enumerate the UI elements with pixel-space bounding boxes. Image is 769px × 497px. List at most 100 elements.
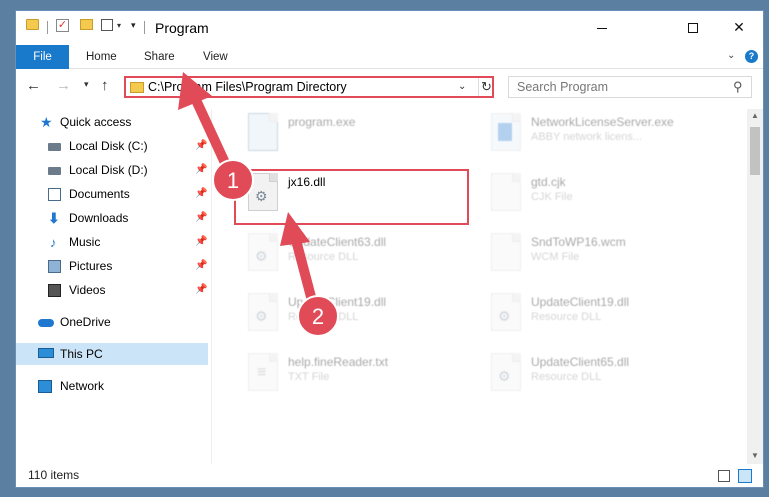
sidebar-item-local-disk-c[interactable]: Local Disk (C:) 📌 (16, 135, 212, 157)
file-name: NetworkLicenseServer.exe (531, 115, 674, 129)
file-type: ABBY network licens... (531, 131, 643, 143)
sidebar-item-network[interactable]: Network (16, 375, 212, 397)
customize-icon[interactable] (101, 19, 113, 31)
close-button[interactable]: ✕ (716, 11, 762, 43)
dll-icon (248, 233, 278, 271)
file-type: Resource DLL (531, 371, 602, 383)
sidebar-item-downloads[interactable]: ⬇ Downloads 📌 (16, 207, 212, 229)
folder-icon[interactable] (26, 19, 39, 30)
scroll-up-icon[interactable]: ▲ (751, 111, 759, 120)
list-item[interactable]: UpdateClient65.dll Resource DLL (479, 351, 719, 407)
sidebar-item-label: Network (60, 379, 105, 393)
list-item[interactable]: UpdateClient63.dll Resource DLL (236, 231, 476, 287)
list-item[interactable]: help.fineReader.txt TXT File (236, 351, 476, 407)
file-name: help.fineReader.txt (288, 355, 389, 369)
details-view-icon[interactable] (718, 470, 730, 482)
file-name: SndToWP16.wcm (531, 235, 626, 249)
sidebar-item-music[interactable]: ♪ Music 📌 (16, 231, 212, 253)
sidebar-item-local-disk-d[interactable]: Local Disk (D:) 📌 (16, 159, 212, 181)
address-bar[interactable]: C:\Program Files\Program Directory ⌄ ↻ (124, 76, 494, 98)
pin-icon[interactable]: 📌 (195, 159, 207, 181)
file-highlight-box (234, 169, 469, 225)
scrollbar-thumb[interactable] (750, 127, 760, 175)
list-item[interactable]: UpdateClient19.dll Resource DLL (236, 291, 476, 347)
title-bar: ✓ ▾ ▾ Program ✕ (16, 11, 763, 45)
list-item[interactable]: NetworkLicenseServer.exe ABBY network li… (479, 111, 719, 167)
search-icon[interactable]: ⚲ (733, 79, 743, 95)
file-icon (491, 233, 521, 271)
tab-share[interactable]: Share (144, 45, 175, 69)
sidebar-item-label: Downloads (69, 211, 129, 225)
videos-icon (48, 284, 61, 297)
address-path[interactable]: C:\Program Files\Program Directory (148, 80, 347, 94)
search-box[interactable]: ⚲ (508, 76, 752, 98)
sidebar-item-onedrive[interactable]: OneDrive (16, 311, 212, 333)
download-icon: ⬇ (48, 210, 60, 226)
sidebar-item-pictures[interactable]: Pictures 📌 (16, 255, 212, 277)
file-type: TXT File (288, 371, 330, 383)
properties-check-icon[interactable]: ✓ (56, 19, 69, 32)
sidebar-item-label: Local Disk (C:) (69, 139, 148, 153)
music-icon: ♪ (50, 235, 57, 250)
minimize-button[interactable] (579, 11, 625, 43)
search-input[interactable] (517, 79, 727, 95)
item-count: 110 items (28, 468, 80, 482)
divider (47, 21, 48, 34)
list-item[interactable]: SndToWP16.wcm WCM File (479, 231, 719, 287)
file-type: Resource DLL (531, 311, 602, 323)
quick-access-toolbar-dropdown-icon[interactable]: ▾ (131, 20, 136, 31)
file-type: Resource DLL (288, 311, 359, 323)
sidebar-item-quick-access[interactable]: ★ Quick access (16, 111, 212, 133)
file-name: program.exe (288, 115, 356, 129)
folder-icon (130, 82, 144, 93)
minimize-icon (597, 27, 607, 29)
sidebar-item-label: Quick access (60, 115, 132, 129)
sidebar-item-label: This PC (60, 347, 103, 361)
file-name: gtd.cjk (531, 175, 566, 189)
expand-ribbon-icon[interactable]: ⌄ (727, 50, 735, 61)
drive-icon (48, 167, 61, 175)
refresh-icon[interactable]: ↻ (478, 78, 494, 96)
chevron-down-icon[interactable]: ⌄ (458, 81, 466, 92)
sidebar-item-documents[interactable]: Documents 📌 (16, 183, 212, 205)
list-item[interactable]: gtd.cjk CJK File (479, 171, 719, 227)
sidebar-item-label: Music (69, 235, 101, 249)
sidebar-item-label: OneDrive (60, 315, 111, 329)
help-icon[interactable]: ? (745, 50, 758, 63)
navigation-pane: ★ Quick access Local Disk (C:) 📌 Local D… (16, 109, 212, 464)
scroll-down-icon[interactable]: ▼ (751, 451, 759, 460)
back-arrow-icon[interactable]: ← (26, 77, 41, 94)
dll-icon (491, 293, 521, 331)
pin-icon[interactable]: 📌 (195, 207, 207, 229)
ribbon: File Home Share View ⌄ ? (16, 45, 763, 69)
recent-locations-icon[interactable]: ▾ (84, 79, 89, 90)
cloud-icon (38, 319, 54, 327)
tab-home[interactable]: Home (86, 45, 117, 69)
sidebar-item-label: Pictures (69, 259, 113, 273)
documents-icon (48, 188, 61, 201)
file-type: Resource DLL (288, 251, 359, 263)
up-arrow-icon[interactable]: ↑ (101, 77, 109, 94)
tab-view[interactable]: View (203, 45, 228, 69)
pin-icon[interactable]: 📌 (195, 231, 207, 253)
pin-icon[interactable]: 📌 (195, 135, 207, 157)
pin-icon[interactable]: 📌 (195, 183, 207, 205)
list-item[interactable]: program.exe (236, 111, 476, 167)
sidebar-item-this-pc[interactable]: This PC (16, 343, 208, 365)
new-folder-icon[interactable] (80, 19, 93, 30)
star-icon: ★ (40, 114, 53, 130)
file-name: UpdateClient65.dll (531, 355, 630, 369)
vertical-scrollbar[interactable]: ▲ ▼ (747, 109, 763, 464)
tab-file[interactable]: File (16, 45, 69, 69)
window-title: Program (155, 20, 209, 36)
pin-icon[interactable]: 📌 (195, 255, 207, 277)
navigation-bar: ← → ▾ ↑ C:\Program Files\Program Directo… (16, 69, 763, 103)
chevron-down-icon[interactable]: ▾ (117, 21, 121, 30)
large-icons-view-icon[interactable] (738, 469, 752, 483)
file-name: UpdateClient63.dll (288, 235, 387, 249)
sidebar-item-videos[interactable]: Videos 📌 (16, 279, 212, 301)
forward-arrow-icon[interactable]: → (56, 77, 71, 94)
maximize-button[interactable] (670, 11, 716, 43)
pin-icon[interactable]: 📌 (195, 279, 207, 301)
list-item[interactable]: UpdateClient19.dll Resource DLL (479, 291, 719, 347)
